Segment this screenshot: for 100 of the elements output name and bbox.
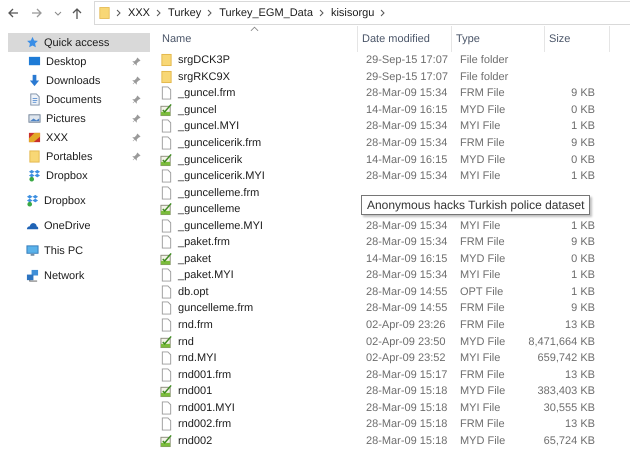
sidebar-item[interactable]: OneDrive	[8, 216, 150, 235]
size-cell: 0 KB	[571, 104, 595, 116]
sidebar-item[interactable]: Dropbox	[8, 191, 150, 210]
file-name[interactable]: _guncel.frm	[178, 87, 236, 100]
folder-icon	[99, 6, 110, 20]
file-name[interactable]: _guncelleme	[178, 203, 240, 216]
chevron-icon[interactable]	[116, 9, 122, 17]
size-cell: 1 KB	[571, 170, 595, 182]
file-name[interactable]: rnd001	[178, 385, 212, 398]
address-bar[interactable]: XXX Turkey Turkey_EGM_Data kisisorgu	[94, 1, 630, 25]
pin-icon[interactable]	[132, 152, 141, 161]
folder-icon	[28, 150, 41, 163]
sidebar-item[interactable]: Documents	[8, 90, 150, 109]
file-name[interactable]: rnd002	[178, 434, 212, 447]
file-name[interactable]: _paket.frm	[178, 236, 230, 248]
breadcrumb[interactable]: Turkey_EGM_Data	[219, 7, 313, 19]
file-icon	[160, 235, 173, 250]
back-arrow-icon[interactable]	[6, 6, 20, 20]
network-icon	[26, 269, 39, 282]
chevron-icon[interactable]	[207, 9, 214, 17]
dropdown-caret-icon[interactable]	[54, 9, 62, 17]
pin-icon[interactable]	[132, 76, 141, 85]
size-cell: 8,471,664 KB	[528, 336, 595, 348]
file-name[interactable]: srgRKC9X	[178, 70, 230, 83]
size-cell: 659,742 KB	[538, 352, 595, 364]
notepad-check-icon	[160, 102, 173, 117]
column-header[interactable]: Date modified	[358, 26, 452, 52]
breadcrumb[interactable]: Turkey	[168, 7, 202, 19]
date-cell: 28-Mar-09 15:17	[366, 368, 448, 381]
type-cell: MYD File	[460, 154, 506, 166]
file-name[interactable]: _guncel.MYI	[178, 120, 240, 132]
file-icon	[160, 268, 173, 282]
size-cell: 0 KB	[571, 154, 595, 166]
sidebar-item[interactable]: Desktop	[8, 52, 150, 71]
file-name[interactable]: _guncelicerik.MYI	[178, 170, 265, 182]
sidebar-item[interactable]: Quick access	[8, 33, 150, 52]
sidebar-item[interactable]: Downloads	[8, 71, 150, 90]
file-name[interactable]: rnd.MYI	[178, 352, 217, 364]
pin-icon[interactable]	[132, 57, 141, 66]
date-cell: 02-Apr-09 23:26	[366, 319, 446, 332]
type-cell: MYI File	[460, 170, 500, 182]
column-header[interactable]: Type	[452, 26, 545, 52]
date-cell: 28-Mar-09 15:18	[366, 385, 448, 398]
type-cell: OPT File	[460, 286, 504, 298]
file-name[interactable]: _paket	[178, 252, 212, 265]
file-name[interactable]: _guncelleme.frm	[178, 186, 260, 199]
size-cell: 1 KB	[571, 286, 595, 298]
type-cell: MYI File	[460, 352, 500, 364]
forward-arrow-icon[interactable]	[30, 6, 44, 20]
file-name[interactable]: rnd	[178, 336, 194, 348]
breadcrumb[interactable]: XXX	[128, 7, 150, 19]
sort-caret-icon	[250, 26, 259, 32]
file-name[interactable]: _guncel	[178, 104, 217, 116]
sidebar-item[interactable]: This PC	[8, 241, 150, 260]
pin-icon[interactable]	[132, 95, 141, 104]
chevron-icon[interactable]	[380, 9, 386, 17]
size-cell: 1 KB	[571, 120, 595, 132]
column-header[interactable]: Size	[545, 26, 610, 52]
document-icon	[28, 93, 41, 106]
column-header[interactable]: Name	[158, 26, 358, 52]
type-cell: MYD File	[460, 385, 506, 398]
size-cell: 1 KB	[571, 220, 595, 232]
file-name[interactable]: guncelleme.frm	[178, 302, 254, 314]
file-name[interactable]: rnd001.frm	[178, 368, 232, 381]
chevron-icon[interactable]	[156, 9, 162, 17]
sidebar-item[interactable]: Pictures	[8, 109, 150, 128]
file-name[interactable]: _guncelleme.MYI	[178, 220, 263, 232]
file-name[interactable]: _guncelicerik.frm	[178, 137, 262, 149]
sidebar-item[interactable]: Portables	[8, 147, 150, 166]
size-cell: 13 KB	[565, 418, 595, 430]
up-arrow-icon[interactable]	[70, 6, 84, 20]
chevron-icon[interactable]	[318, 9, 325, 17]
notepad-check-icon	[160, 384, 173, 398]
file-name[interactable]: _paket.MYI	[178, 269, 234, 282]
pin-icon[interactable]	[132, 133, 141, 142]
file-icon	[160, 169, 173, 184]
folder-icon	[160, 53, 173, 68]
sidebar-item[interactable]: Dropbox	[8, 166, 150, 185]
file-name[interactable]: _guncelicerik	[178, 154, 242, 166]
file-name[interactable]: rnd002.frm	[178, 418, 232, 430]
size-cell: 383,403 KB	[538, 385, 595, 398]
file-icon	[160, 301, 173, 316]
date-cell: 28-Mar-09 15:34	[366, 170, 448, 182]
notepad-check-icon	[160, 334, 173, 349]
sidebar-item[interactable]: Network	[8, 266, 150, 285]
type-cell: MYI File	[460, 220, 500, 232]
type-cell: MYD File	[460, 434, 506, 447]
type-cell: FRM File	[460, 137, 505, 149]
sidebar-item[interactable]: XXX	[8, 128, 150, 147]
pin-icon[interactable]	[132, 114, 141, 123]
size-cell: 65,724 KB	[544, 434, 595, 447]
breadcrumb[interactable]: kisisorgu	[330, 7, 374, 19]
type-cell: FRM File	[460, 418, 505, 430]
star-icon	[26, 36, 39, 49]
file-name[interactable]: db.opt	[178, 286, 209, 298]
tooltip: Anonymous hacks Turkish police dataset	[361, 195, 590, 215]
file-name[interactable]: rnd.frm	[178, 319, 213, 332]
size-cell: 30,555 KB	[544, 402, 595, 414]
file-name[interactable]: rnd001.MYI	[178, 402, 235, 414]
file-name[interactable]: srgDCK3P	[178, 54, 230, 66]
